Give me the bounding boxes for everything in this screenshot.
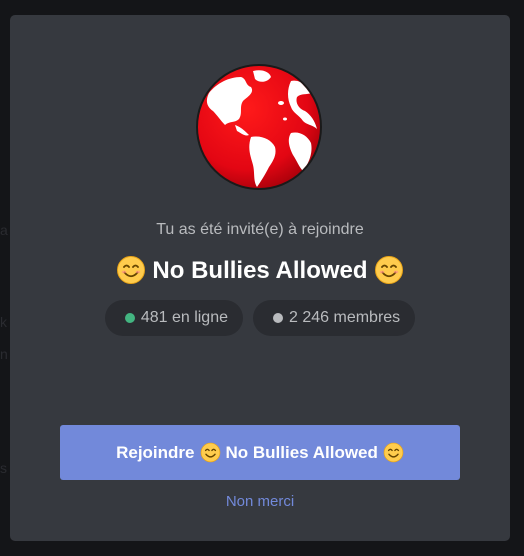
globe-icon xyxy=(196,64,322,190)
online-count: 481 en ligne xyxy=(140,309,228,326)
invite-modal: Tu as été invité(e) à rejoindre No Bulli… xyxy=(10,15,510,541)
invite-subtitle: Tu as été invité(e) à rejoindre xyxy=(156,221,364,238)
online-count-pill: 481 en ligne xyxy=(104,300,243,336)
server-stats: 481 en ligne 2 246 membres xyxy=(10,300,510,336)
member-count: 2 246 membres xyxy=(289,309,401,326)
member-status-dot-icon xyxy=(273,313,283,323)
server-name-heading: No Bullies Allowed xyxy=(10,255,510,287)
smiling-face-emoji-icon xyxy=(375,255,404,284)
decline-link[interactable]: Non merci xyxy=(10,493,510,510)
join-button-server-name: No Bullies Allowed xyxy=(225,442,378,462)
background-fragment: s xyxy=(0,460,7,476)
server-name: No Bullies Allowed xyxy=(152,257,368,284)
background-fragment: k xyxy=(0,314,7,330)
background-fragment: n xyxy=(0,346,8,362)
join-server-button[interactable]: Rejoindre No Bullies Allowed xyxy=(60,425,460,480)
smiling-face-emoji-icon xyxy=(383,442,404,463)
smiling-face-emoji-icon xyxy=(200,442,220,463)
smiling-face-emoji-icon xyxy=(116,255,145,284)
member-count-pill: 2 246 membres xyxy=(253,300,416,336)
online-status-dot-icon xyxy=(124,313,135,323)
background-fragment: a xyxy=(0,222,8,238)
join-button-label: Rejoindre xyxy=(116,442,195,462)
